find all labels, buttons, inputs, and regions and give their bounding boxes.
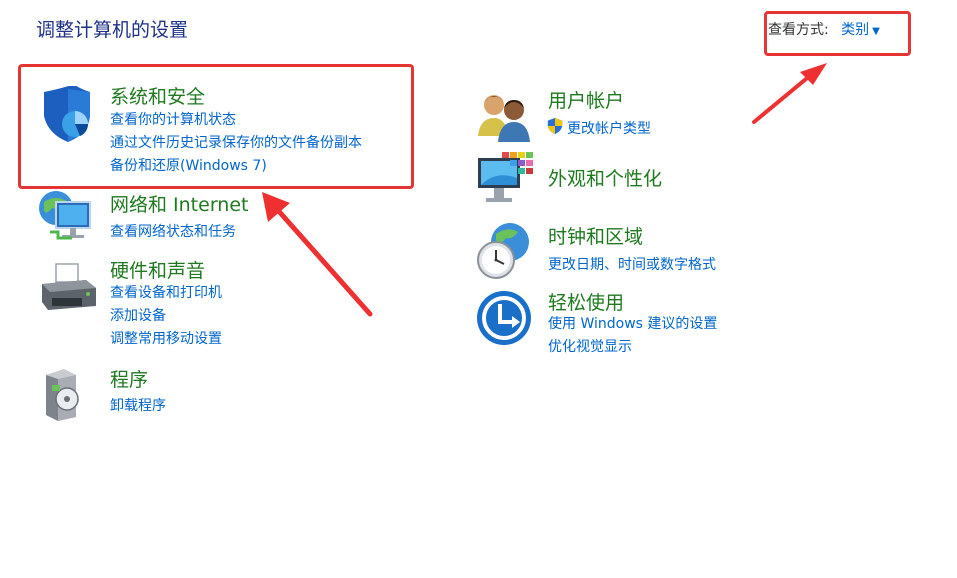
link-change-account-type[interactable]: 更改帐户类型 — [567, 118, 651, 138]
shield-icon — [44, 86, 90, 142]
category-title-ease-of-access[interactable]: 轻松使用 — [548, 288, 624, 315]
appearance-icon — [478, 152, 533, 202]
link-backup-restore[interactable]: 备份和还原(Windows 7) — [110, 155, 267, 175]
link-optimize-visual-display[interactable]: 优化视觉显示 — [548, 336, 632, 356]
category-hardware-sound: 硬件和声音 查看设备和打印机 添加设备 调整常用移动设置 — [38, 256, 418, 348]
programs-icon — [46, 369, 79, 421]
category-title-network-internet[interactable]: 网络和 Internet — [110, 190, 248, 217]
link-file-history-backup[interactable]: 通过文件历史记录保存你的文件备份副本 — [110, 132, 362, 152]
network-icon — [39, 191, 91, 240]
link-devices-printers[interactable]: 查看设备和打印机 — [110, 282, 222, 302]
page-title: 调整计算机的设置 — [36, 19, 189, 41]
category-programs: 程序 卸载程序 — [38, 365, 418, 421]
category-title-clock-region[interactable]: 时钟和区域 — [548, 222, 643, 249]
link-windows-recommended-settings[interactable]: 使用 Windows 建议的设置 — [548, 313, 717, 333]
category-network-internet: 网络和 Internet 查看网络状态和任务 — [38, 190, 418, 246]
category-title-hardware-sound[interactable]: 硬件和声音 — [110, 256, 205, 283]
category-title-user-accounts[interactable]: 用户帐户 — [548, 86, 624, 113]
users-icon — [478, 95, 530, 142]
ease-of-access-icon — [477, 291, 531, 345]
link-view-computer-status[interactable]: 查看你的计算机状态 — [110, 109, 236, 129]
category-appearance: 外观和个性化 — [476, 152, 936, 212]
category-title-appearance[interactable]: 外观和个性化 — [548, 164, 662, 191]
clock-globe-icon — [477, 223, 529, 279]
link-network-status[interactable]: 查看网络状态和任务 — [110, 221, 236, 241]
link-add-device[interactable]: 添加设备 — [110, 305, 166, 325]
link-mobility-settings[interactable]: 调整常用移动设置 — [110, 328, 222, 348]
category-clock-region: 时钟和区域 更改日期、时间或数字格式 — [476, 222, 936, 282]
category-title-system-security[interactable]: 系统和安全 — [110, 82, 205, 109]
category-system-security: 系统和安全 查看你的计算机状态 通过文件历史记录保存你的文件备份副本 备份和还原… — [38, 82, 418, 182]
category-ease-of-access: 轻松使用 使用 Windows 建议的设置 优化视觉显示 — [476, 288, 936, 358]
printer-icon — [42, 263, 96, 310]
highlight-box-view-by — [764, 11, 911, 56]
link-change-date-time[interactable]: 更改日期、时间或数字格式 — [548, 254, 716, 274]
category-user-accounts: 用户帐户 更改帐户类型 — [476, 86, 936, 142]
link-uninstall-program[interactable]: 卸载程序 — [110, 395, 166, 415]
uac-shield-icon — [547, 117, 563, 135]
category-title-programs[interactable]: 程序 — [110, 365, 148, 392]
